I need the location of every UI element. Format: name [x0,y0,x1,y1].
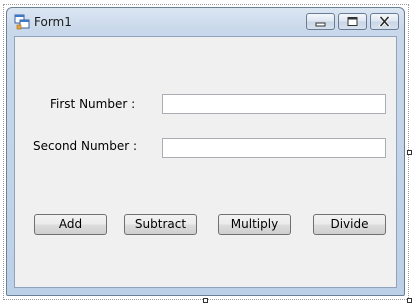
caption-buttons [306,13,399,30]
minimize-button[interactable] [306,13,335,30]
second-number-input[interactable] [162,138,386,158]
minimize-icon [315,22,326,27]
maximize-icon [347,17,358,26]
title-bar[interactable]: Form1 [7,8,404,36]
designer-surface: Form1 First Number: Second Number: Add… [0,0,415,306]
subtract-button[interactable]: Subtract [124,214,197,235]
form-icon [14,14,30,30]
first-number-label: First Number : [50,97,136,111]
divide-button[interactable]: Divide [313,214,386,235]
resize-grip-bottom[interactable] [203,298,208,303]
multiply-button[interactable]: Multiply [218,214,291,235]
form-window: Form1 First Number: Second Number: Add… [6,7,405,296]
second-number-label: Second Number : [33,139,138,153]
resize-grip-corner[interactable] [407,298,412,303]
first-number-input[interactable] [162,94,386,114]
resize-grip-right[interactable] [407,150,412,155]
close-button[interactable] [370,13,399,30]
window-title: Form1 [34,15,72,29]
form-client-area: First Number : Second Number : Add Subtr… [14,36,397,288]
close-icon [378,15,391,28]
maximize-button[interactable] [338,13,367,30]
add-button[interactable]: Add [34,214,107,235]
